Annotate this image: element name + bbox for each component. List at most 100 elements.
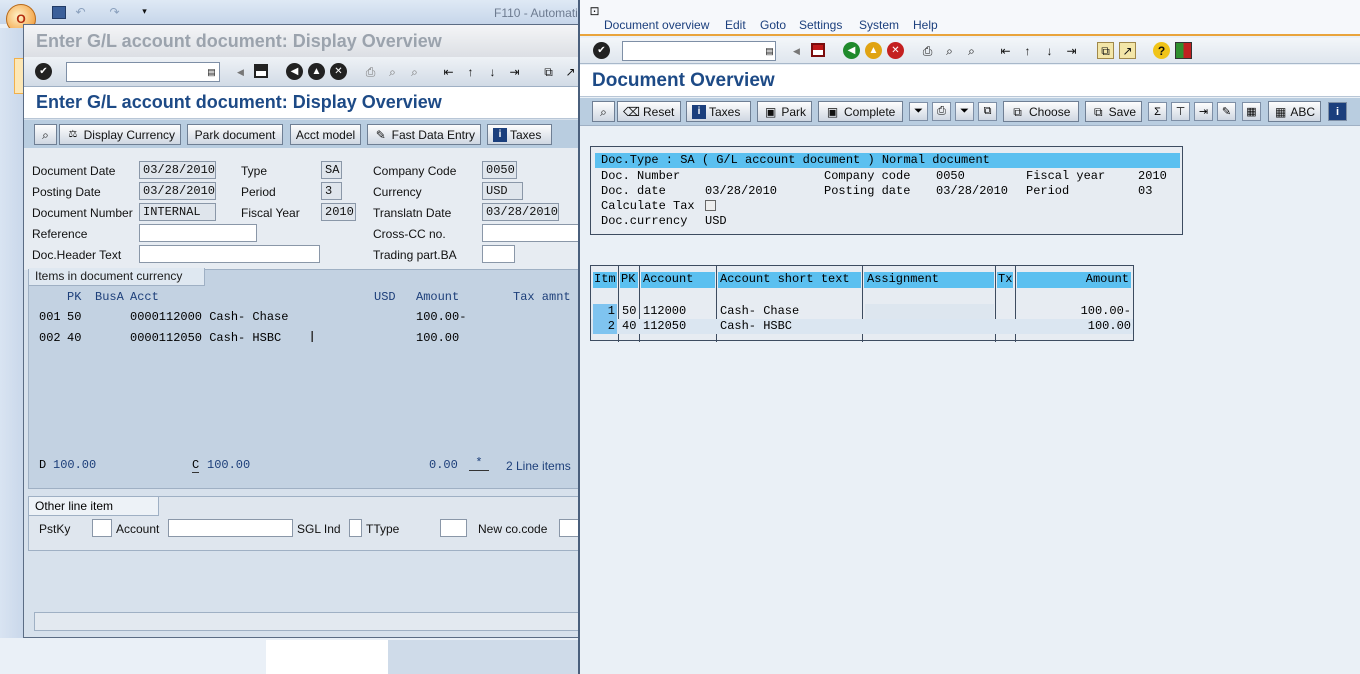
park-document-button[interactable]: Park document — [187, 124, 283, 145]
th-account[interactable]: Account — [641, 272, 715, 288]
menu-help[interactable]: Help — [913, 18, 938, 32]
command-history-icon[interactable]: ▤ — [203, 64, 220, 81]
exit-icon[interactable]: ▲ — [308, 63, 325, 80]
account-input[interactable] — [168, 519, 293, 537]
period-field[interactable]: 3 — [321, 182, 342, 200]
next-page-icon[interactable]: ↓ — [484, 63, 501, 80]
right-save-icon[interactable] — [811, 43, 825, 57]
th-short-text[interactable]: Account short text — [718, 272, 861, 288]
fast-data-entry-button[interactable]: ✎ Fast Data Entry — [367, 124, 481, 145]
table-row[interactable]: 001 50 0000112000 Cash- Chase 100.00- — [37, 310, 577, 326]
display-currency-button[interactable]: ⚖ Display Currency — [59, 124, 181, 145]
subtotal-button[interactable]: ⊤ — [1171, 102, 1190, 121]
right-command-history-icon[interactable]: ▤ — [761, 43, 778, 60]
menu-system[interactable]: System — [859, 18, 899, 32]
document-number-field[interactable]: INTERNAL — [139, 203, 216, 221]
right-command-field[interactable] — [622, 41, 776, 61]
menu-edit[interactable]: Edit — [725, 18, 746, 32]
previous-page-icon[interactable]: ↑ — [462, 63, 479, 80]
complete-button[interactable]: ▣ Complete — [818, 101, 903, 122]
export-button[interactable]: ⇥ — [1194, 102, 1213, 121]
right-previous-page-icon[interactable]: ↑ — [1019, 42, 1036, 59]
table-row[interactable]: 2 40 112050 Cash- HSBC 100.00 — [591, 319, 1133, 334]
acct-model-button[interactable]: Acct model — [290, 124, 361, 145]
menu-goto[interactable]: Goto — [760, 18, 786, 32]
right-print-icon[interactable]: ⎙ — [919, 42, 936, 59]
first-page-icon[interactable]: ⇤ — [440, 63, 457, 80]
right-exit-icon[interactable]: ▲ — [865, 42, 882, 59]
th-tx[interactable]: Tx — [997, 272, 1013, 288]
right-overview-button[interactable]: ⌕ — [592, 101, 615, 122]
right-customize-layout-icon[interactable] — [1175, 42, 1192, 59]
park-button[interactable]: ▣ Park — [757, 101, 812, 122]
window-menu-icon[interactable]: ⊡ — [586, 2, 603, 19]
ttype-input[interactable] — [440, 519, 467, 537]
right-cancel-icon[interactable]: ✕ — [887, 42, 904, 59]
document-date-field[interactable]: 03/28/2010 — [139, 161, 216, 179]
reset-button[interactable]: ⌫ Reset — [617, 101, 681, 122]
back-nav-icon[interactable]: ◀ — [232, 64, 249, 81]
table-row[interactable]: 1 50 112000 Cash- Chase 100.00- — [591, 304, 1133, 319]
trading-part-input[interactable] — [482, 245, 515, 263]
cross-cc-input[interactable] — [482, 224, 579, 242]
enter-check-icon[interactable]: ✔ — [35, 63, 52, 80]
left-command-field[interactable] — [66, 62, 220, 82]
th-assignment[interactable]: Assignment — [864, 272, 994, 288]
shortcut-icon[interactable]: ↗ — [562, 63, 579, 80]
save-icon[interactable] — [254, 64, 268, 78]
right-back-nav-icon[interactable]: ◀ — [788, 43, 805, 60]
menu-settings[interactable]: Settings — [799, 18, 842, 32]
new-co-code-input[interactable] — [559, 519, 579, 537]
right-next-page-icon[interactable]: ↓ — [1041, 42, 1058, 59]
right-create-session-icon[interactable]: ⧉ — [1097, 42, 1114, 59]
back-icon[interactable]: ◀ — [286, 63, 303, 80]
change-layout-button[interactable]: ✎ — [1217, 102, 1236, 121]
right-find-next-icon[interactable]: ⌕ — [963, 42, 980, 59]
right-help-icon[interactable]: ? — [1153, 42, 1170, 59]
save-button[interactable]: ⧉ Save — [1085, 101, 1142, 122]
quick-save-icon[interactable] — [52, 6, 66, 19]
right-back-icon[interactable]: ◀ — [843, 42, 860, 59]
find-next-icon[interactable]: ⌕ — [406, 63, 423, 80]
sgl-ind-input[interactable] — [349, 519, 362, 537]
right-shortcut-icon[interactable]: ↗ — [1119, 42, 1136, 59]
right-find-icon[interactable]: ⌕ — [941, 42, 958, 59]
find-icon[interactable]: ⌕ — [384, 63, 401, 80]
items-tab[interactable]: Items in document currency — [29, 268, 205, 286]
sum-button[interactable]: Σ — [1148, 102, 1167, 121]
create-session-icon[interactable]: ⧉ — [540, 63, 557, 80]
pstky-input[interactable] — [92, 519, 112, 537]
other-line-item-tab[interactable]: Other line item — [29, 497, 159, 516]
choose-button[interactable]: ⧉ Choose — [1003, 101, 1079, 122]
th-pk[interactable]: PK — [620, 272, 638, 288]
table-row[interactable]: 002 40 0000112050 Cash- HSBC 100.00 — [37, 331, 577, 347]
right-taxes-button[interactable]: i Taxes — [686, 101, 751, 122]
overview-button[interactable]: ⌕ — [34, 124, 57, 145]
redo-icon[interactable]: ↷ — [106, 3, 123, 20]
quick-access-dropdown-icon[interactable]: ▾ — [136, 3, 153, 20]
left-taxes-button[interactable]: i Taxes — [487, 124, 552, 145]
th-amount[interactable]: Amount — [1017, 272, 1131, 288]
right-first-page-icon[interactable]: ⇤ — [997, 42, 1014, 59]
th-itm[interactable]: Itm — [593, 272, 617, 288]
print-icon[interactable]: ⎙ — [362, 63, 379, 80]
right-enter-check-icon[interactable]: ✔ — [593, 42, 610, 59]
reference-input[interactable] — [139, 224, 257, 242]
cancel-icon[interactable]: ✕ — [330, 63, 347, 80]
print-preview-button[interactable]: ⎙ — [932, 102, 951, 121]
right-last-page-icon[interactable]: ⇥ — [1063, 42, 1080, 59]
filter-button[interactable]: ⏷ — [909, 102, 928, 121]
doc-header-text-input[interactable] — [139, 245, 320, 263]
undo-icon[interactable]: ↶ — [72, 3, 89, 20]
posting-date-field[interactable]: 03/28/2010 — [139, 182, 216, 200]
translatn-date-field[interactable]: 03/28/2010 — [482, 203, 559, 221]
fiscal-year-field[interactable]: 2010 — [321, 203, 356, 221]
type-field[interactable]: SA — [321, 161, 342, 179]
currency-field[interactable]: USD — [482, 182, 523, 200]
last-page-icon[interactable]: ⇥ — [506, 63, 523, 80]
calculate-tax-checkbox[interactable] — [705, 200, 716, 211]
abc-button[interactable]: ▦ ABC — [1268, 101, 1321, 122]
details-button[interactable]: ⧉ — [978, 102, 997, 121]
company-code-field[interactable]: 0050 — [482, 161, 517, 179]
sort-button[interactable]: ⏷ — [955, 102, 974, 121]
